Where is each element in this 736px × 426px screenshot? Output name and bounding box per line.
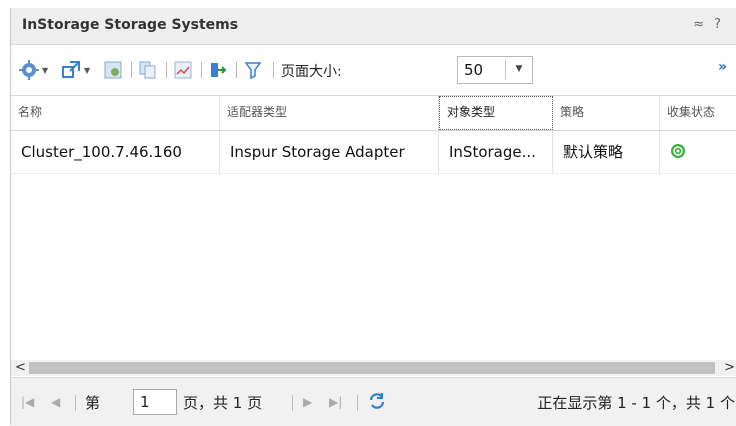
cell-collection-status: [660, 131, 736, 173]
horizontal-scrollbar[interactable]: < >: [11, 360, 736, 376]
column-header-policy[interactable]: 策略: [553, 96, 660, 130]
page-prefix-label: 第: [85, 394, 101, 412]
cell-policy: 默认策略: [553, 131, 660, 173]
cell-object-type: InStorage...: [439, 131, 553, 173]
export-button[interactable]: [209, 59, 227, 81]
page-size-label: 页面大小:: [281, 64, 342, 80]
status-ok-icon: [671, 144, 685, 158]
chevron-down-icon: ▼: [42, 65, 49, 75]
panel-title: InStorage Storage Systems: [22, 17, 239, 33]
export-window-icon: [62, 61, 80, 78]
next-page-icon[interactable]: ▶: [303, 395, 312, 409]
page-total-label: 页，共 1 页: [183, 394, 263, 412]
chevron-down-icon: ▼: [505, 59, 532, 79]
chevron-down-icon: ▼: [84, 65, 91, 75]
filter-button[interactable]: [244, 59, 262, 81]
table-row[interactable]: Cluster_100.7.46.160 Inspur Storage Adap…: [11, 131, 736, 174]
toolbar: ▼ ▼ 页面大小: 50 ▼ »: [11, 45, 736, 96]
column-header-name[interactable]: 名称: [11, 96, 220, 130]
page-size-value: 50: [464, 61, 484, 79]
first-page-icon[interactable]: |◀: [21, 395, 34, 409]
help-icon[interactable]: ?: [714, 17, 731, 32]
table-header: 名称 适配器类型 对象类型 策略 收集状态: [11, 96, 736, 131]
open-window-menu-button[interactable]: ▼: [61, 59, 90, 81]
gear-icon: [19, 60, 39, 80]
page-number-input[interactable]: 1: [133, 389, 177, 415]
pagination-bar: |◀ ◀ 第 1 页，共 1 页 ▶ ▶| 正在显示第 1 - 1 个，共 1 …: [11, 377, 736, 426]
copy-button[interactable]: [139, 59, 157, 81]
scrollbar-thumb[interactable]: [29, 362, 715, 374]
chart-button[interactable]: [174, 59, 192, 81]
cell-adapter-type: Inspur Storage Adapter: [220, 131, 439, 173]
export-icon: [211, 63, 227, 77]
more-actions-icon[interactable]: »: [718, 59, 727, 75]
page-size-select[interactable]: 50 ▼: [457, 56, 533, 84]
previous-page-icon[interactable]: ◀: [51, 395, 60, 409]
refresh-icon[interactable]: [367, 391, 387, 411]
column-header-adapter-type[interactable]: 适配器类型: [220, 96, 439, 130]
properties-icon: [104, 61, 122, 79]
last-page-icon[interactable]: ▶|: [329, 395, 342, 409]
scroll-left-icon[interactable]: <: [15, 360, 26, 376]
scroll-right-icon[interactable]: >: [724, 360, 735, 376]
actions-menu-button[interactable]: ▼: [19, 59, 48, 81]
storage-systems-panel: InStorage Storage Systems ≈? ▼ ▼ 页面大小: 5…: [10, 8, 736, 426]
pagination-status: 正在显示第 1 - 1 个，共 1 个: [537, 394, 735, 412]
panel-header: InStorage Storage Systems ≈?: [11, 8, 736, 45]
panel-header-controls: ≈?: [693, 17, 731, 32]
filter-icon: [244, 62, 262, 79]
copy-icon: [139, 61, 156, 79]
collapse-icon[interactable]: ≈: [693, 17, 714, 32]
properties-button[interactable]: [103, 59, 123, 81]
column-header-collection-status[interactable]: 收集状态: [660, 96, 736, 130]
cell-name: Cluster_100.7.46.160: [11, 131, 220, 173]
chart-icon: [174, 61, 192, 79]
column-header-object-type[interactable]: 对象类型: [439, 96, 553, 130]
